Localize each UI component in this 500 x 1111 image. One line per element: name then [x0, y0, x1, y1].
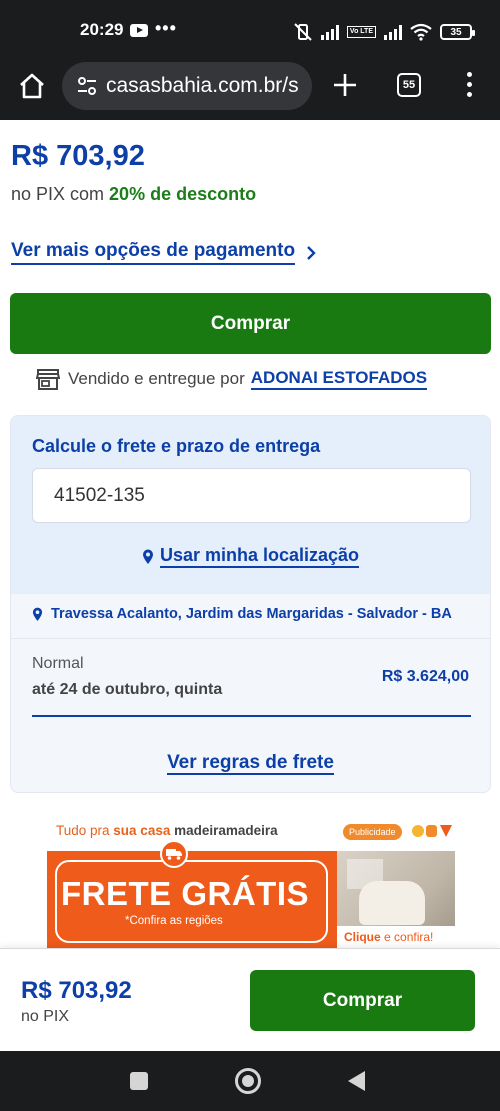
pix-discount: 20% de desconto [109, 184, 257, 204]
freight-calculator: Calcule o frete e prazo de entrega Usar … [10, 415, 491, 793]
sticky-price: R$ 703,92 [21, 977, 132, 1004]
address-bar[interactable]: casasbahia.com.br/s [62, 62, 312, 110]
cep-input[interactable] [32, 468, 471, 523]
sticky-buy-button[interactable]: Comprar [250, 970, 475, 1031]
location-pin-icon [32, 607, 43, 621]
buy-button[interactable]: Comprar [10, 293, 491, 354]
chevron-right-icon [307, 245, 316, 260]
status-time: 20:29 [80, 20, 124, 39]
divider [11, 638, 490, 639]
ad-cta[interactable]: Clique e confira! [337, 926, 455, 948]
status-indicators: Vo LTE 35 [293, 22, 475, 42]
ad-headline: FRETE GRÁTIS [61, 875, 310, 912]
freight-rules-link[interactable]: Ver regras de frete [11, 752, 490, 775]
signal-1-icon [320, 24, 339, 40]
more-payment-label: Ver mais opções de pagamento [11, 240, 296, 265]
sticky-purchase-bar: R$ 703,92 no PIX Comprar [0, 948, 500, 1051]
ad-brand-b: madeira [225, 823, 278, 838]
shipping-option-underline [32, 715, 471, 717]
url-text: casasbahia.com.br/s [106, 74, 299, 97]
battery-level: 35 [450, 26, 462, 38]
ad-cta-bold: Clique [344, 930, 381, 944]
youtube-notification-icon [130, 24, 148, 37]
status-bar: 20:29 ••• Vo LTE 35 [0, 0, 500, 62]
vibrate-mute-icon [294, 23, 312, 41]
seller-info: Vendido e entregue por ADONAI ESTOFADOS [36, 368, 428, 390]
ad-image-chair [359, 881, 425, 925]
recents-icon[interactable] [130, 1072, 148, 1090]
battery-icon: 35 [440, 24, 475, 40]
new-tab-icon[interactable] [332, 72, 358, 98]
browser-toolbar: casasbahia.com.br/s 55 [0, 62, 500, 120]
ad-head-bold: sua casa [113, 823, 171, 838]
overflow-menu-icon[interactable] [462, 72, 476, 100]
product-price: R$ 703,92 [11, 140, 145, 172]
truck-icon [160, 840, 188, 868]
pix-discount-text: no PIX com 20% de desconto [11, 184, 256, 205]
home-circle-icon[interactable] [235, 1068, 261, 1094]
store-icon [36, 369, 60, 390]
ad-brand-logo: madeiramadeira [170, 823, 278, 838]
home-icon[interactable] [18, 72, 46, 100]
seller-prefix: Vendido e entregue por [68, 369, 245, 388]
shipping-option-date: até 24 de outubro, quinta [32, 681, 223, 698]
ad-badge: Publicidade [343, 824, 402, 840]
ad-decoration-icon [412, 825, 452, 837]
pix-prefix: no PIX com [11, 184, 110, 204]
seller-link[interactable]: ADONAI ESTOFADOS [250, 368, 428, 390]
address-text: Travessa Acalanto, Jardim das Margaridas… [51, 606, 452, 622]
freight-rules-label: Ver regras de frete [167, 752, 334, 775]
tab-count: 55 [402, 79, 416, 91]
more-payment-options-link[interactable]: Ver mais opções de pagamento [11, 240, 317, 265]
system-navigation-bar [0, 1051, 500, 1111]
ad-head-prefix: Tudo pra [56, 823, 114, 838]
use-location-label: Usar minha localização [159, 545, 360, 568]
page-content: R$ 703,92 no PIX com 20% de desconto Ver… [0, 120, 500, 948]
delivery-address: Travessa Acalanto, Jardim das Margaridas… [32, 606, 452, 622]
site-settings-icon[interactable] [76, 75, 98, 97]
ad-banner[interactable]: Tudo pra sua casa madeiramadeira Publici… [47, 818, 455, 948]
freight-title: Calcule o frete e prazo de entrega [32, 436, 321, 456]
use-location-link[interactable]: Usar minha localização [11, 545, 490, 568]
signal-2-icon [384, 24, 402, 40]
back-icon[interactable] [348, 1071, 365, 1091]
ad-subtext: *Confira as regiões [125, 915, 223, 927]
ad-brand-a: madeira [170, 823, 226, 838]
ad-headline-top: Tudo pra sua casa madeiramadeira [56, 823, 278, 838]
shipping-option-price: R$ 3.624,00 [381, 668, 469, 685]
more-notifications-icon: ••• [155, 18, 177, 38]
tab-switcher-icon[interactable]: 55 [397, 73, 421, 97]
volte-icon: Vo LTE [346, 26, 376, 38]
wifi-icon [410, 23, 432, 41]
shipping-option-name: Normal [32, 655, 84, 672]
ad-cta-rest: e confira! [380, 930, 434, 944]
location-pin-icon [142, 549, 153, 564]
sticky-pix-label: no PIX [21, 1008, 70, 1025]
